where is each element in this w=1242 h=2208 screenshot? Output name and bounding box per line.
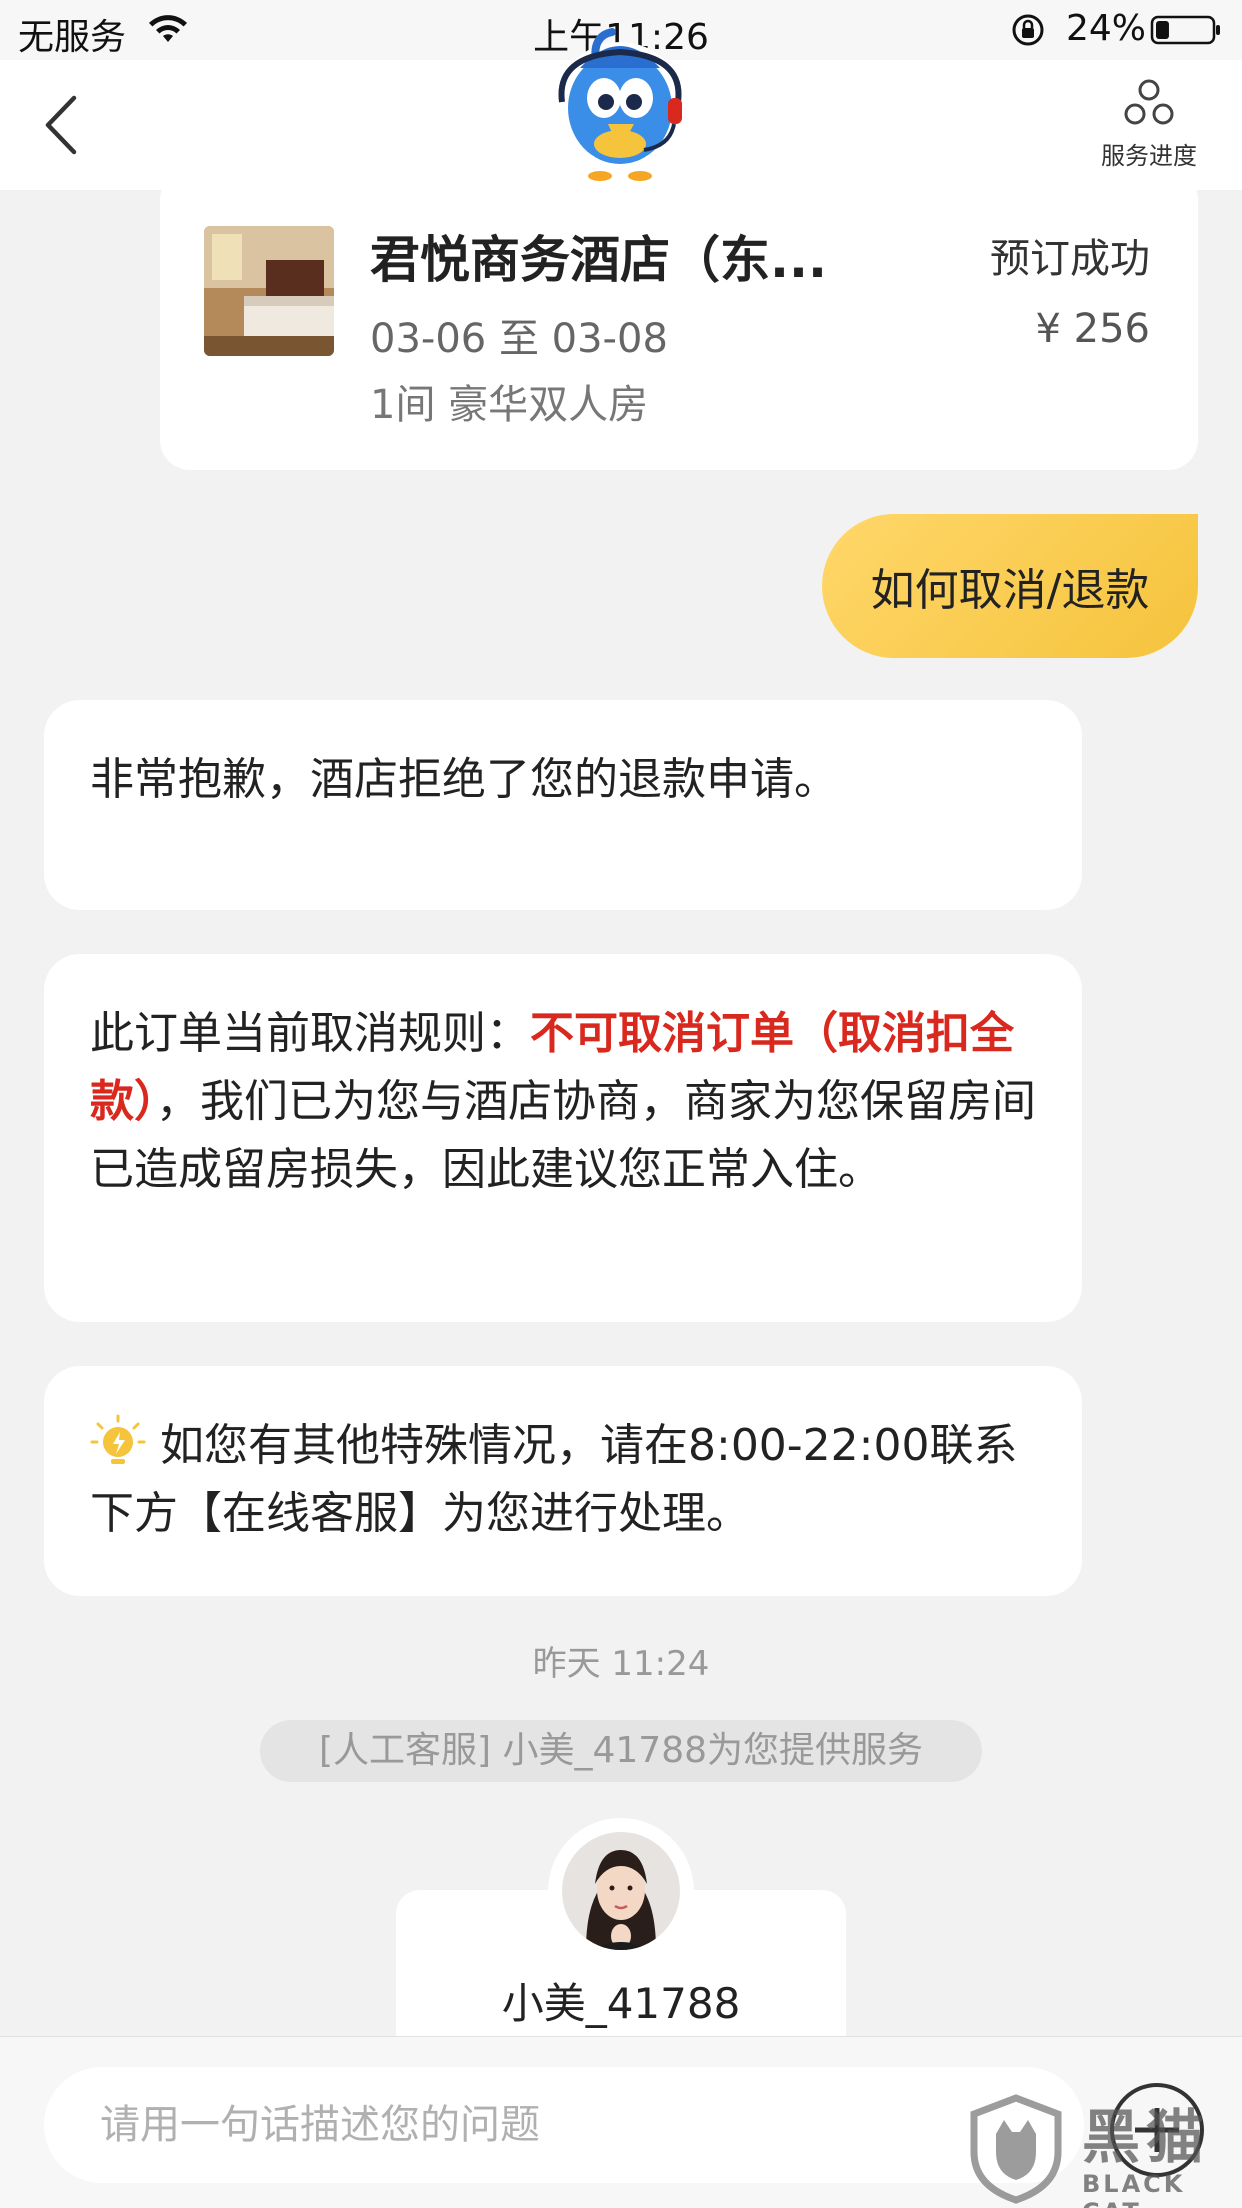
- battery-icon: [1150, 15, 1220, 45]
- message-timestamp: 昨天 11:24: [532, 1644, 710, 1684]
- blackcat-watermark: 黑猫 BLACK CAT: [966, 2090, 1242, 2208]
- blackcat-logo-icon: [970, 2094, 1062, 2204]
- stay-dates: 03-06 至 03-08: [370, 316, 668, 362]
- user-message-bubble: 如何取消/退款: [822, 514, 1198, 658]
- service-progress-icon: [1124, 79, 1174, 125]
- hotel-room-thumbnail: [204, 226, 334, 356]
- watermark-text-cn: 黑猫: [1082, 2103, 1211, 2171]
- orientation-lock-icon: [1012, 14, 1044, 46]
- room-type: 1间 豪华双人房: [370, 382, 649, 428]
- watermark-text-en: BLACK CAT: [1082, 2170, 1186, 2208]
- agent-assigned-notice: [人工客服] 小美_41788为您提供服务: [260, 1720, 982, 1782]
- message-input[interactable]: [44, 2067, 1084, 2183]
- battery-percent: 24%: [1066, 8, 1147, 49]
- bot-message-bubble: 如您有其他特殊情况，请在8:00-22:00联系下方【在线客服】为您进行处理。: [44, 1366, 1082, 1596]
- order-card[interactable]: 君悦商务酒店（东... 预订成功 03-06 至 03-08 ¥ 256 1间 …: [160, 170, 1198, 470]
- bot-message-bubble: 此订单当前取消规则：不可取消订单（取消扣全款），我们已为您与酒店协商，商家为您保…: [44, 954, 1082, 1322]
- chevron-left-icon[interactable]: [40, 92, 84, 158]
- lightbulb-icon: [90, 1414, 146, 1464]
- service-progress-label: 服务进度: [1101, 142, 1197, 170]
- user-message-text: 如何取消/退款: [870, 565, 1150, 616]
- bot-message-text: 非常抱歉，酒店拒绝了您的退款申请。: [90, 754, 838, 805]
- hotel-name: 君悦商务酒店（东...: [370, 231, 827, 289]
- order-price: ¥ 256: [1035, 306, 1150, 352]
- cancel-rule-prefix: 此订单当前取消规则：: [90, 1008, 530, 1059]
- bot-message-bubble: 非常抱歉，酒店拒绝了您的退款申请。: [44, 700, 1082, 910]
- agent-avatar: [562, 1832, 680, 1950]
- agent-name: 小美_41788: [501, 1979, 741, 2028]
- order-status: 预订成功: [990, 236, 1150, 282]
- cancel-rule-suffix: ，我们已为您与酒店协商，商家为您保留房间已造成留房损失，因此建议您正常入住。: [90, 1076, 1036, 1195]
- support-hours-text: 如您有其他特殊情况，请在8:00-22:00联系下方【在线客服】为您进行处理。: [90, 1420, 1018, 1539]
- service-mascot-icon: [554, 28, 686, 181]
